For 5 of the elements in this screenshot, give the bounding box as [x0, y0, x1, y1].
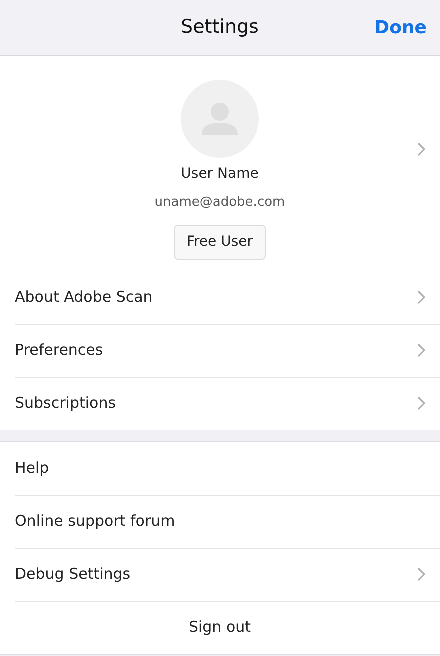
- user-name: User Name: [181, 165, 259, 184]
- user-email: uname@adobe.com: [154, 194, 286, 212]
- page-title: Settings: [181, 15, 259, 40]
- done-button[interactable]: Done: [374, 14, 427, 41]
- plan-button[interactable]: Free User: [174, 224, 266, 260]
